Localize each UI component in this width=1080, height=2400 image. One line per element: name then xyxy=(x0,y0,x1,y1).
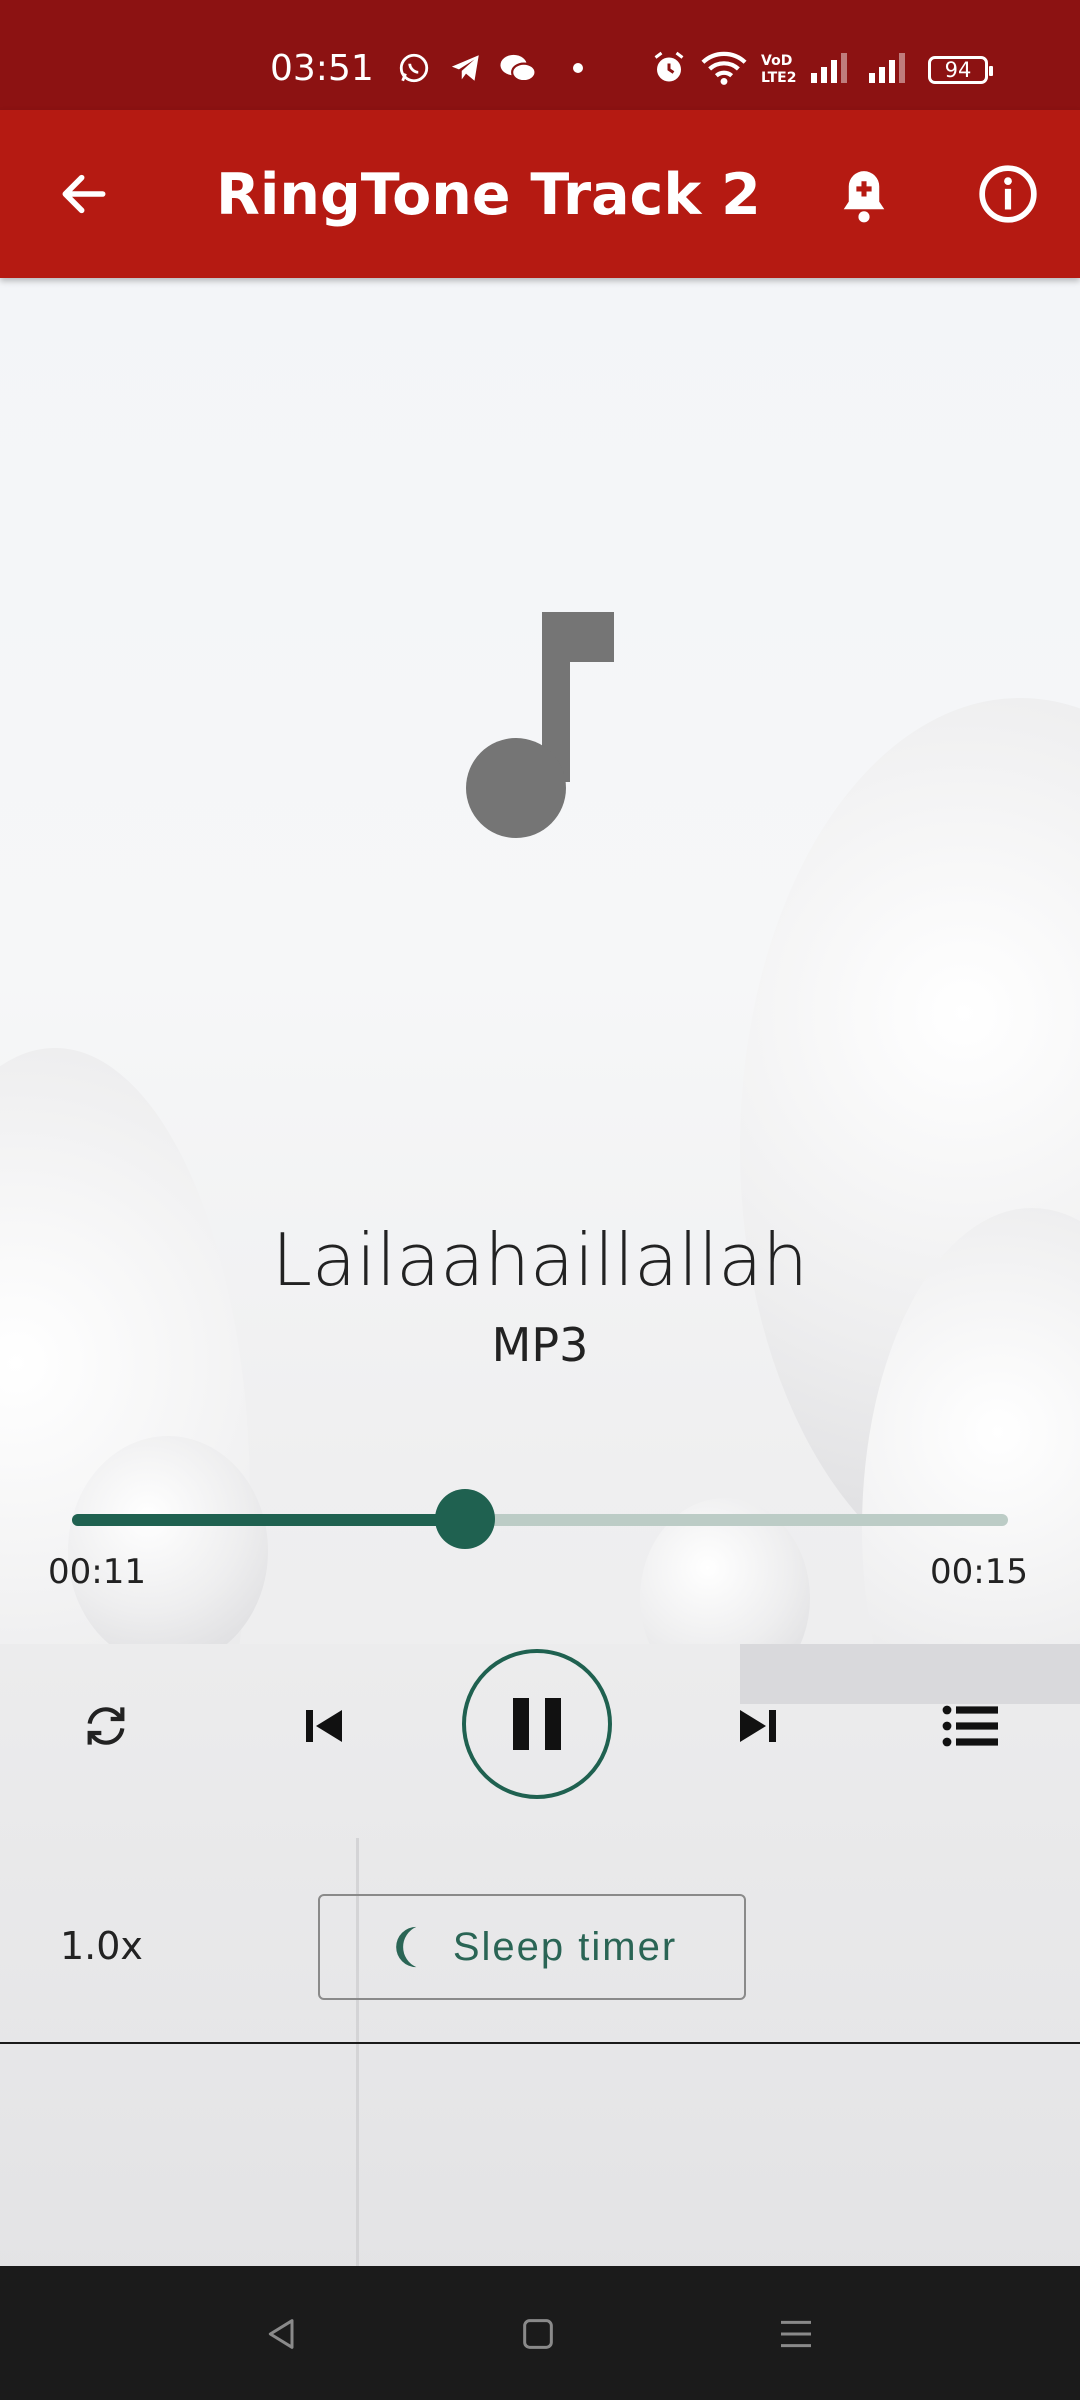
elapsed-time: 00:11 xyxy=(48,1552,146,1592)
seek-bar-thumb[interactable] xyxy=(435,1489,496,1549)
info-icon[interactable] xyxy=(966,152,1050,236)
status-bar: 03:51 VoD LTE2 94 xyxy=(0,0,1080,110)
track-format: MP3 xyxy=(491,1318,589,1372)
sleep-timer-button[interactable]: Sleep timer xyxy=(318,1894,746,2000)
total-duration: 00:15 xyxy=(930,1552,1028,1592)
repeat-icon[interactable] xyxy=(70,1690,142,1762)
previous-icon[interactable] xyxy=(288,1690,360,1762)
wechat-icon xyxy=(498,50,538,86)
wifi-icon xyxy=(700,50,748,86)
moon-icon xyxy=(387,1922,431,1972)
battery-icon: 94 xyxy=(928,56,993,84)
signal-icon xyxy=(866,50,908,86)
nav-menu-icon[interactable] xyxy=(764,2302,828,2366)
nav-home-icon[interactable] xyxy=(506,2302,570,2366)
whatsapp-icon xyxy=(396,50,432,86)
signal-icon xyxy=(808,50,850,86)
volte-icon: VoD LTE2 xyxy=(758,50,798,86)
status-time: 03:51 xyxy=(270,48,374,89)
dome-small-left xyxy=(68,1436,268,1666)
next-icon[interactable] xyxy=(722,1690,794,1762)
sleep-timer-label: Sleep timer xyxy=(452,1924,678,1969)
app-bar: RingTone Track 2 xyxy=(0,110,1080,278)
pause-button[interactable] xyxy=(462,1649,612,1799)
svg-text:VoD: VoD xyxy=(761,53,792,69)
divider xyxy=(0,2042,1080,2044)
telegram-icon xyxy=(448,50,484,86)
seek-bar-progress xyxy=(72,1514,466,1526)
track-title: Lailaahaillallah xyxy=(271,1218,809,1302)
pause-icon xyxy=(511,1696,563,1752)
alarm-icon xyxy=(650,50,688,86)
music-note-icon xyxy=(460,610,620,845)
navigation-bar xyxy=(0,2266,1080,2400)
page-title: RingTone Track 2 xyxy=(216,162,761,228)
nav-back-icon[interactable] xyxy=(250,2302,314,2366)
dot-icon xyxy=(570,50,586,86)
bell-plus-icon[interactable] xyxy=(822,152,906,236)
playback-speed[interactable]: 1.0x xyxy=(60,1924,143,1968)
back-arrow-icon[interactable] xyxy=(44,154,124,234)
svg-text:LTE2: LTE2 xyxy=(761,70,796,86)
playlist-icon[interactable] xyxy=(934,1690,1006,1762)
